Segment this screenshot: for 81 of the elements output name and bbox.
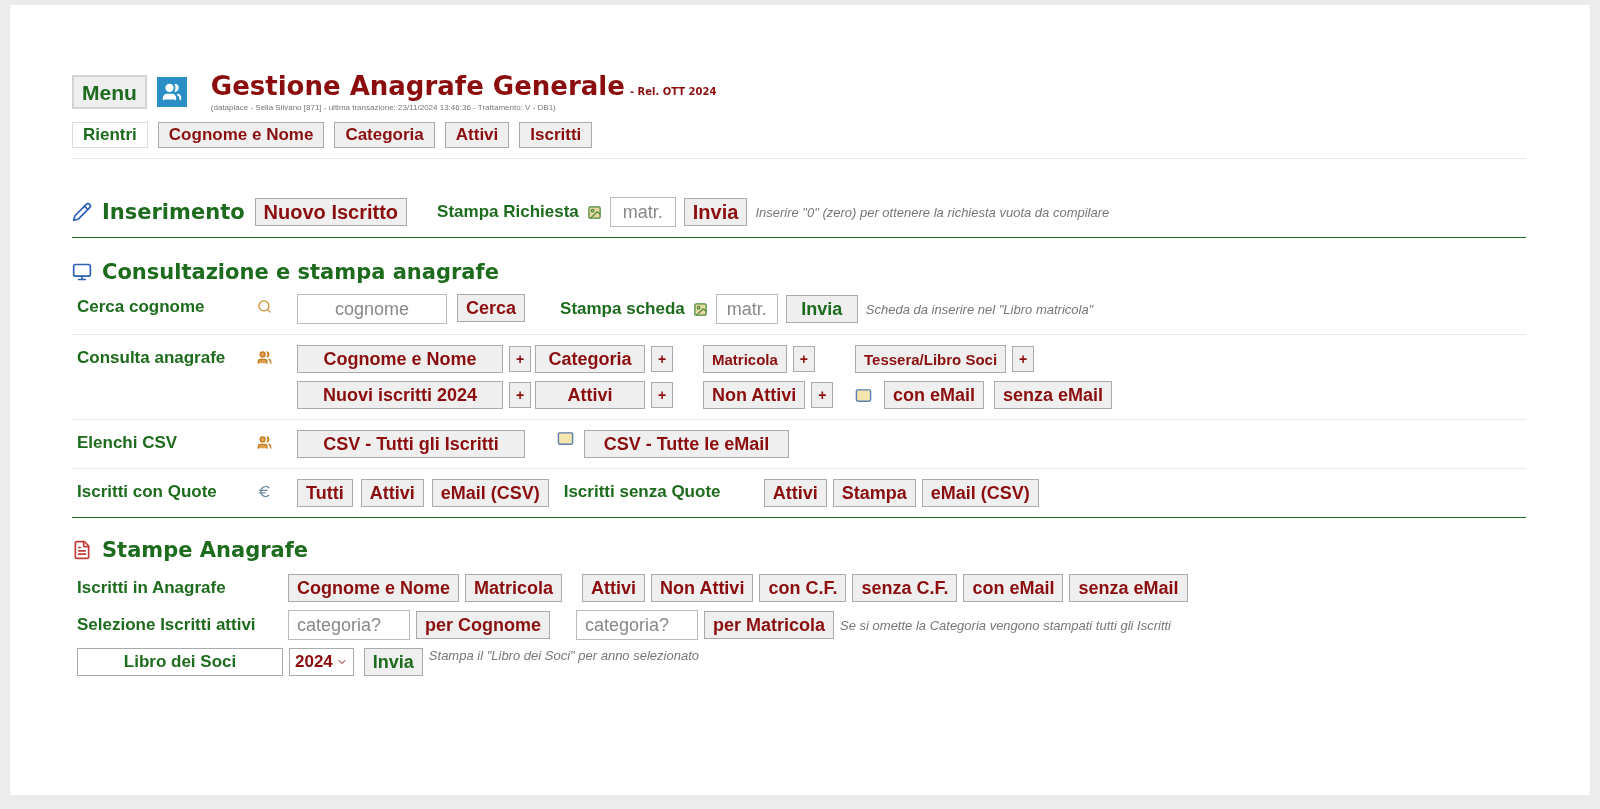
row-label: Iscritti in Anagrafe xyxy=(77,578,227,598)
users-icon xyxy=(257,350,272,365)
row-label: Iscritti senza Quote xyxy=(563,481,722,502)
hint-text: Scheda da inserire nel "Libro matricola" xyxy=(865,301,1094,317)
print-button[interactable]: Matricola xyxy=(465,574,563,602)
list-button[interactable]: Categoria xyxy=(535,345,645,373)
tab[interactable]: Cognome e Nome xyxy=(157,122,325,148)
print-button[interactable]: per Matricola xyxy=(704,611,835,639)
section-title: Consultazione e stampa anagrafe xyxy=(102,260,499,284)
release-label: - Rel. OTT 2024 xyxy=(629,86,717,97)
menu-button[interactable]: Menu xyxy=(72,74,147,109)
quote-button[interactable]: Stampa xyxy=(832,479,916,507)
print-button[interactable]: Cognome e Nome xyxy=(288,574,460,602)
print-button[interactable]: senza C.F. xyxy=(852,574,958,602)
add-button[interactable]: + xyxy=(651,346,673,372)
image-icon xyxy=(586,204,602,220)
email-filter-button[interactable]: con eMail xyxy=(884,381,985,409)
hint-text: Stampa il "Libro dei Soci" per anno selezionato xyxy=(428,648,699,663)
hint-text: Inserire "0" (zero) per ottenere la richiesta vuota da compilare xyxy=(755,204,1110,220)
category-field[interactable]: categoria? xyxy=(288,610,410,640)
print-button[interactable]: Non Attivi xyxy=(651,574,754,602)
input-field[interactable]: matr. xyxy=(609,197,676,227)
row-label: Consulta anagrafe xyxy=(77,347,227,368)
section-title: Inserimento xyxy=(102,200,245,224)
add-button[interactable]: + xyxy=(651,382,673,408)
search-field[interactable]: cognome xyxy=(297,294,447,324)
list-button[interactable]: Attivi xyxy=(535,381,645,409)
page-title: Gestione Anagrafe Generale xyxy=(210,71,625,101)
search-icon xyxy=(257,299,272,314)
print-button[interactable]: Attivi xyxy=(582,574,646,602)
add-button[interactable]: + xyxy=(1012,346,1035,372)
add-button[interactable]: + xyxy=(509,346,531,372)
list-button[interactable]: Non Attivi xyxy=(703,381,806,409)
list-button[interactable]: Tessera/Libro Soci xyxy=(855,345,1007,373)
list-button[interactable]: Matricola xyxy=(703,345,787,373)
quote-button[interactable]: eMail (CSV) xyxy=(431,479,549,507)
image-icon xyxy=(692,301,708,317)
send-button[interactable]: Invia xyxy=(363,648,423,676)
add-button[interactable]: + xyxy=(792,346,815,372)
users-icon xyxy=(257,435,272,450)
search-button[interactable]: Cerca xyxy=(457,294,526,322)
send-button[interactable]: Invia xyxy=(785,295,858,323)
new-member-button[interactable]: Nuovo Iscritto xyxy=(254,198,408,226)
field-label: Stampa Richiesta xyxy=(437,202,579,222)
year-select[interactable]: 2024 xyxy=(289,648,354,676)
send-button[interactable]: Invia xyxy=(683,198,748,226)
book-label: Libro dei Soci xyxy=(77,648,283,676)
row-label: Cerca cognome xyxy=(77,296,206,317)
tab[interactable]: Attivi xyxy=(444,122,510,148)
tab[interactable]: Categoria xyxy=(334,122,435,148)
input-field[interactable]: matr. xyxy=(715,294,778,324)
add-button[interactable]: + xyxy=(509,382,531,408)
add-button[interactable]: + xyxy=(811,382,834,408)
print-button[interactable]: con C.F. xyxy=(759,574,847,602)
csv-button[interactable]: CSV - Tutti gli Iscritti xyxy=(297,430,525,458)
tab[interactable]: Iscritti xyxy=(519,122,593,148)
pencil-icon xyxy=(72,202,92,222)
print-button[interactable]: senza eMail xyxy=(1069,574,1188,602)
print-button[interactable]: per Cognome xyxy=(416,611,550,639)
section-title: Stampe Anagrafe xyxy=(102,538,309,562)
csv-button[interactable]: CSV - Tutte le eMail xyxy=(584,430,789,458)
monitor-icon xyxy=(72,262,92,282)
email-filter-button[interactable]: senza eMail xyxy=(994,381,1113,409)
session-info: (dataplace - Sella Silvano [871] - ultima transazione: 23/11/2024 13:46:36 - Trattamento: V - DB1) xyxy=(210,103,557,112)
category-field[interactable]: categoria? xyxy=(576,610,698,640)
row-label: Elenchi CSV xyxy=(77,432,179,453)
quote-button[interactable]: Attivi xyxy=(360,479,424,507)
list-button[interactable]: Cognome e Nome xyxy=(297,345,503,373)
list-button[interactable]: Nuovi iscritti 2024 xyxy=(297,381,503,409)
quote-button[interactable]: eMail (CSV) xyxy=(921,479,1039,507)
pdf-file-icon xyxy=(72,540,92,560)
hint-text: Se si omette la Categoria vengono stampati tutti gli Iscritti xyxy=(840,617,1171,633)
field-label: Stampa scheda xyxy=(560,299,685,319)
row-label: Iscritti con Quote xyxy=(77,481,218,502)
users-icon xyxy=(156,76,187,107)
row-label: Selezione Iscritti attivi xyxy=(77,615,257,635)
tab[interactable]: Rientri xyxy=(72,122,148,148)
print-button[interactable]: con eMail xyxy=(963,574,1064,602)
quote-button[interactable]: Tutti xyxy=(297,479,353,507)
quote-button[interactable]: Attivi xyxy=(763,479,827,507)
euro-icon xyxy=(257,484,272,499)
